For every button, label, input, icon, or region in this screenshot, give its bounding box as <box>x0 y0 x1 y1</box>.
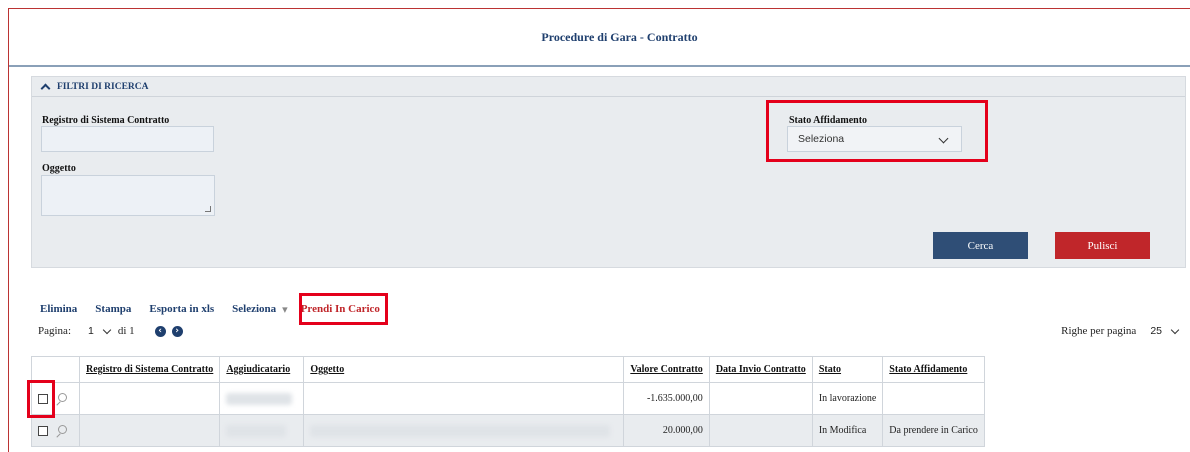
cell-registro <box>78 414 221 447</box>
select-column-header <box>31 356 80 383</box>
redacted-text <box>310 424 611 437</box>
oggetto-label: Oggetto <box>42 163 76 174</box>
filters-section-label: FILTRI DI RICERCA <box>57 81 149 92</box>
col-stato[interactable]: Stato <box>811 356 884 383</box>
cell-data-invio <box>708 414 813 447</box>
table-header-row: Registro di Sistema Contratto Aggiudicat… <box>31 356 985 383</box>
registro-label: Registro di Sistema Contratto <box>42 115 170 126</box>
prev-page-icon[interactable]: ‹ <box>154 325 166 337</box>
row-checkbox[interactable] <box>38 425 48 436</box>
cell-aggiudicatario <box>219 382 305 415</box>
rows-per-page-value: 25 <box>1150 325 1162 337</box>
magnifier-icon[interactable] <box>55 424 67 437</box>
cell-oggetto <box>303 414 625 447</box>
cell-oggetto <box>303 382 625 415</box>
col-valore[interactable]: Valore Contratto <box>623 356 710 383</box>
redacted-text <box>226 424 287 437</box>
seleziona-menu[interactable]: Seleziona <box>232 303 276 316</box>
highlight-box-row-actions <box>27 380 55 418</box>
pagination: Pagina: 1 di 1 ‹ › <box>38 325 183 337</box>
cell-stato-affidamento <box>882 382 985 415</box>
highlight-box-stato <box>766 100 988 162</box>
esporta-xls-link[interactable]: Esporta in xls <box>149 303 214 316</box>
chevron-down-icon <box>1170 325 1180 334</box>
page-of-label: di 1 <box>117 325 135 337</box>
magnifier-icon[interactable] <box>55 392 67 405</box>
cell-valore: 20.000,00 <box>623 414 710 447</box>
filters-toggle[interactable]: FILTRI DI RICERCA <box>32 77 1185 97</box>
page-select-value: 1 <box>88 325 94 337</box>
cell-data-invio <box>708 382 813 415</box>
col-registro[interactable]: Registro di Sistema Contratto <box>78 356 221 383</box>
elimina-link[interactable]: Elimina <box>40 303 77 316</box>
cell-valore: -1.635.000,00 <box>623 382 710 415</box>
cell-registro <box>78 382 221 415</box>
righe-label: Righe per pagina <box>1061 325 1137 337</box>
row-actions <box>31 414 80 447</box>
seleziona-caret-icon[interactable]: ▾ <box>282 303 288 316</box>
highlight-box-prendi <box>299 293 388 325</box>
redacted-text <box>226 392 293 405</box>
col-aggiudicatario[interactable]: Aggiudicatario <box>219 356 305 383</box>
oggetto-textarea[interactable] <box>41 175 215 216</box>
title-bar: Procedure di Gara - Contratto <box>9 9 1190 67</box>
page-select[interactable]: 1 <box>88 325 112 337</box>
cell-aggiudicatario <box>219 414 305 447</box>
cell-stato-affidamento: Da prendere in Carico <box>882 414 985 447</box>
col-data-invio[interactable]: Data Invio Contratto <box>708 356 813 383</box>
cell-stato: In lavorazione <box>811 382 884 415</box>
registro-input[interactable] <box>41 126 214 152</box>
next-page-icon[interactable]: › <box>171 325 183 337</box>
table-row[interactable]: 20.000,00 In Modifica Da prendere in Car… <box>31 414 985 447</box>
rows-per-page: Righe per pagina 25 <box>1061 325 1180 337</box>
rows-per-page-select[interactable]: 25 <box>1150 325 1180 337</box>
resize-handle-icon[interactable] <box>205 206 211 212</box>
pulisci-button[interactable]: Pulisci <box>1055 232 1150 259</box>
cell-stato: In Modifica <box>811 414 884 447</box>
contracts-table: Registro di Sistema Contratto Aggiudicat… <box>31 356 985 447</box>
col-stato-affidamento[interactable]: Stato Affidamento <box>882 356 985 383</box>
search-filters-panel: FILTRI DI RICERCA Registro di Sistema Co… <box>31 76 1186 268</box>
pagina-label: Pagina: <box>38 325 71 337</box>
page-title: Procedure di Gara - Contratto <box>541 29 698 44</box>
cerca-button[interactable]: Cerca <box>933 232 1028 259</box>
col-oggetto[interactable]: Oggetto <box>303 356 625 383</box>
table-row[interactable]: -1.635.000,00 In lavorazione <box>31 382 985 415</box>
chevron-up-icon[interactable] <box>40 83 51 94</box>
chevron-down-icon <box>102 325 112 334</box>
stampa-link[interactable]: Stampa <box>95 303 131 316</box>
